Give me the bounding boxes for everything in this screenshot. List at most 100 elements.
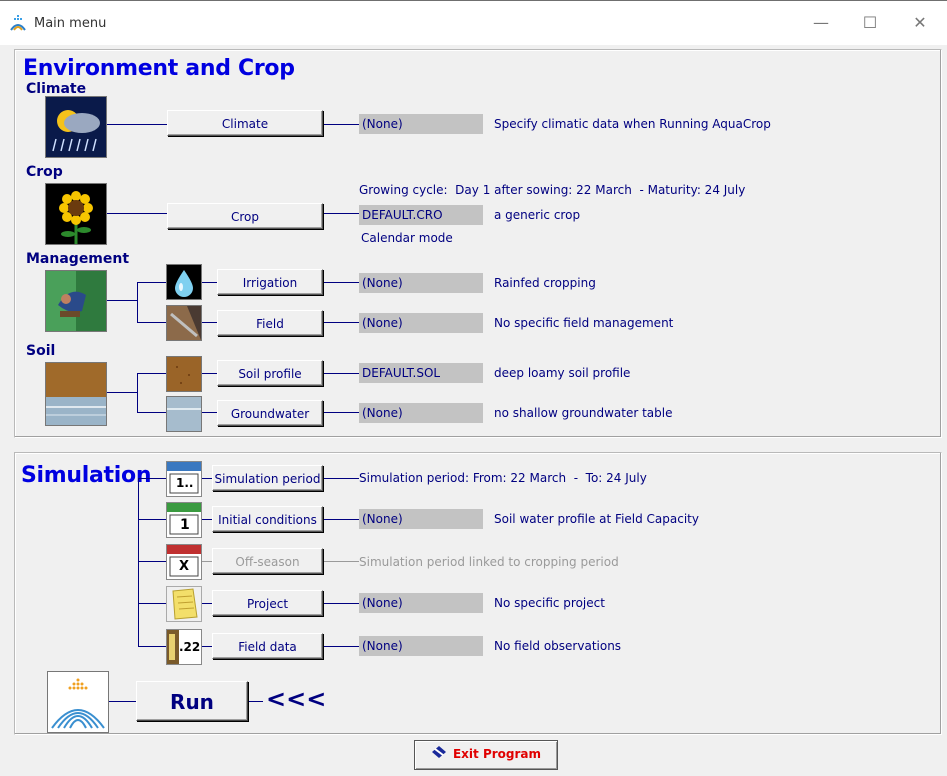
project-button[interactable]: Project [212,590,323,616]
initial-conditions-button[interactable]: Initial conditions [212,506,323,532]
soil-branch [137,373,138,412]
crop-connector [107,213,167,214]
field-connector [324,322,359,323]
groundwater-icon [166,396,202,432]
initial-connector [324,519,359,520]
field-data-button[interactable]: Field data [212,633,323,659]
field-data-icon-text: .22 [179,640,201,654]
crop-connector-2 [324,213,359,214]
climate-connector-2 [324,124,359,125]
fielddata-value: (None) [359,636,483,656]
groundwater-branch [137,412,166,413]
soil-profile-branch [137,373,166,374]
groundwater-button[interactable]: Groundwater [217,400,323,426]
maximize-button[interactable]: ☐ [855,11,885,35]
management-connector [107,300,137,301]
initial-desc: Soil water profile at Field Capacity [494,512,699,526]
irrigation-value: (None) [359,273,483,293]
climate-button[interactable]: Climate [167,110,323,136]
growing-cycle-text: Growing cycle: Day 1 after sowing: 22 Ma… [359,183,746,197]
soil-label: Soil [26,343,56,359]
calendar-offseason-icon-text: X [179,559,190,574]
field-value: (None) [359,313,483,333]
simulation-period-desc: Simulation period: From: 22 March - To: … [359,471,647,485]
calendar-mode-text: Calendar mode [361,231,453,245]
field-branch [137,322,166,323]
field-button[interactable]: Field [217,310,323,336]
exit-program-button[interactable]: Exit Program [414,740,558,770]
project-stub [202,603,212,604]
project-branch [138,603,166,604]
project-connector [324,603,359,604]
aquacrop-logo-icon [47,671,109,733]
exit-diamond-icon [431,742,447,768]
field-management-icon [166,305,202,341]
minimize-button[interactable]: — [806,11,836,35]
fielddata-desc: No field observations [494,639,622,653]
field-desc: No specific field management [494,316,674,330]
crop-button[interactable]: Crop [167,203,323,229]
climate-connector [107,124,167,125]
project-desc: No specific project [494,596,605,610]
initial-stub [202,519,212,520]
soil-connector [107,392,137,393]
groundwater-connector [324,412,359,413]
app-icon [10,14,26,32]
initial-value: (None) [359,509,483,529]
offseason-desc: Simulation period linked to cropping per… [359,555,619,569]
crop-label: Crop [26,164,63,180]
window-title: Main menu [34,16,107,31]
calendar-period-icon: 1.. [166,461,202,497]
climate-value: (None) [359,114,483,134]
simulation-heading: Simulation [21,463,152,488]
soil-icon [45,362,107,426]
soil-profile-icon [166,356,202,392]
field-data-icon: .22 [166,629,202,665]
offseason-branch [138,561,166,562]
groundwater-desc: no shallow groundwater table [494,406,673,420]
soil-profile-connector [324,373,359,374]
climate-label: Climate [26,81,87,97]
climate-icon [45,96,107,158]
run-connector [109,701,136,702]
irrigation-desc: Rainfed cropping [494,276,596,290]
title-bar: Main menu — ☐ ✕ [0,0,947,45]
soil-profile-value: DEFAULT.SOL [359,363,483,383]
project-notepad-icon [166,586,202,622]
calendar-initial-icon: 1 [166,502,202,538]
irrigation-stub [202,282,217,283]
fielddata-branch [138,646,166,647]
offseason-connector [324,561,359,562]
crop-value: DEFAULT.CRO [359,205,483,225]
field-stub [202,322,217,323]
initial-branch [138,519,166,520]
management-icon [45,270,107,332]
management-branch [137,282,138,322]
exit-label: Exit Program [452,747,542,761]
groundwater-value: (None) [359,403,483,423]
offseason-stub [202,561,212,562]
fielddata-connector [324,646,359,647]
calendar-offseason-icon: X [166,544,202,580]
run-arrows: <<< [266,685,327,713]
simulation-period-button[interactable]: Simulation period [212,465,323,491]
irrigation-connector [324,282,359,283]
calendar-period-icon-text: 1.. [176,476,194,490]
run-button[interactable]: Run [136,681,248,721]
irrigation-button[interactable]: Irrigation [217,269,323,295]
sim-period-stub [202,478,212,479]
calendar-initial-icon-text: 1 [180,517,190,533]
soil-profile-stub [202,373,217,374]
simulation-connector [138,478,166,479]
fielddata-stub [202,646,212,647]
soil-profile-desc: deep loamy soil profile [494,366,631,380]
crop-icon [45,183,107,245]
project-value: (None) [359,593,483,613]
soil-profile-button[interactable]: Soil profile [217,360,323,386]
off-season-button[interactable]: Off-season [212,548,323,574]
groundwater-stub [202,412,217,413]
sim-period-connector [324,478,359,479]
run-arrow-connector [249,701,263,702]
close-button[interactable]: ✕ [905,11,935,35]
irrigation-branch [137,282,166,283]
